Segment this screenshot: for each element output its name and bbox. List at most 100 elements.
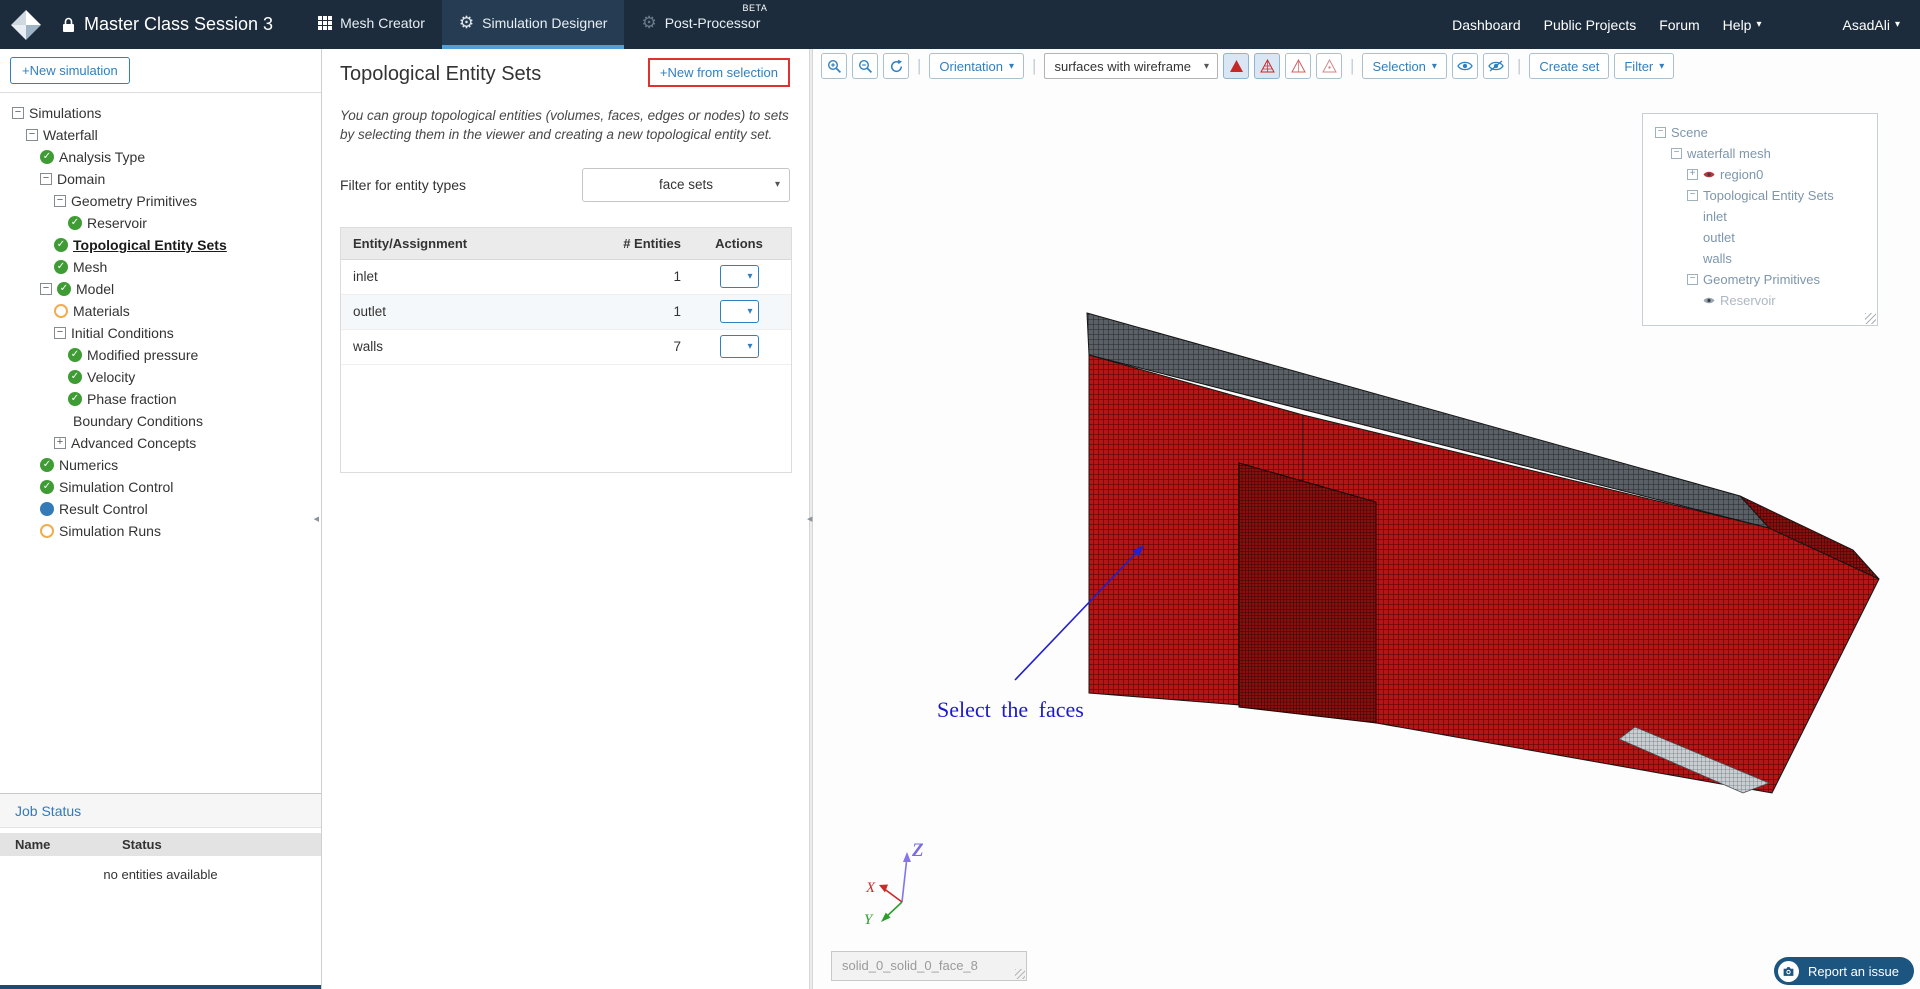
eye-icon[interactable] bbox=[1703, 296, 1715, 305]
selection-button[interactable]: Selection ▾ bbox=[1362, 53, 1447, 79]
tree-item-phase-fraction[interactable]: ✓ Phase fraction bbox=[0, 388, 321, 410]
render-mode-select[interactable]: surfaces with wireframe ▾ bbox=[1044, 53, 1219, 79]
tree-item-waterfall[interactable]: − Waterfall bbox=[0, 124, 321, 146]
entity-actions-dropdown[interactable]: ▾ bbox=[719, 300, 759, 324]
nav-public-projects[interactable]: Public Projects bbox=[1544, 17, 1637, 33]
tab-post-processor[interactable]: BETA ⚙ Post-Processor bbox=[624, 0, 777, 49]
tree-item-simulations[interactable]: − Simulations bbox=[0, 102, 321, 124]
collapse-icon[interactable]: − bbox=[54, 195, 66, 207]
show-selected-button[interactable] bbox=[1451, 53, 1478, 79]
show-nodes-button[interactable] bbox=[1316, 53, 1343, 79]
nav-dashboard[interactable]: Dashboard bbox=[1452, 17, 1521, 33]
scene-node-scene[interactable]: − Scene bbox=[1647, 122, 1873, 143]
toolbar-separator: | bbox=[1516, 56, 1522, 75]
sidebar-collapse-handle[interactable]: ◀ bbox=[314, 515, 319, 523]
nav-forum[interactable]: Forum bbox=[1659, 17, 1699, 33]
zoom-in-button[interactable] bbox=[821, 53, 847, 79]
collapse-icon[interactable]: − bbox=[40, 283, 52, 295]
tree-item-analysis-type[interactable]: ✓ Analysis Type bbox=[0, 146, 321, 168]
collapse-icon[interactable]: − bbox=[1655, 127, 1666, 138]
viewport-3d-area[interactable]: Select the faces Z X Y | Orientation ▾ |… bbox=[813, 49, 1920, 989]
tree-item-velocity[interactable]: ✓ Velocity bbox=[0, 366, 321, 388]
new-from-selection-button[interactable]: +New from selection bbox=[647, 58, 790, 87]
tree-item-numerics[interactable]: ✓ Numerics bbox=[0, 454, 321, 476]
entity-actions-dropdown[interactable]: ▾ bbox=[719, 335, 759, 359]
tree-item-geometry-primitives[interactable]: − Geometry Primitives bbox=[0, 190, 321, 212]
tree-item-boundary-conditions[interactable]: Boundary Conditions bbox=[0, 410, 321, 432]
entity-set-row-walls[interactable]: walls 7 ▾ bbox=[341, 330, 791, 365]
job-status-col-name: Name bbox=[15, 837, 51, 852]
tab-simulation-designer[interactable]: ⚙ Simulation Designer bbox=[441, 0, 625, 49]
create-set-button[interactable]: Create set bbox=[1529, 53, 1610, 79]
zoom-out-button[interactable] bbox=[852, 53, 878, 79]
tree-item-materials[interactable]: Materials bbox=[0, 300, 321, 322]
collapse-icon[interactable]: − bbox=[12, 107, 24, 119]
collapse-icon[interactable]: − bbox=[1687, 190, 1698, 201]
tree-item-simulation-control[interactable]: ✓ Simulation Control bbox=[0, 476, 321, 498]
check-icon: ✓ bbox=[54, 260, 68, 274]
report-issue-button[interactable]: Report an issue bbox=[1773, 957, 1914, 985]
new-simulation-button[interactable]: +New simulation bbox=[10, 57, 130, 84]
entity-actions-dropdown[interactable]: ▾ bbox=[719, 265, 759, 289]
expand-icon[interactable]: + bbox=[1687, 169, 1698, 180]
entity-type-filter-select[interactable]: face sets ▾ bbox=[582, 167, 790, 202]
info-status-icon bbox=[40, 502, 54, 516]
tree-item-simulation-runs[interactable]: Simulation Runs bbox=[0, 520, 321, 542]
y-axis-label: Y bbox=[864, 912, 874, 928]
scene-node-inlet[interactable]: inlet bbox=[1647, 206, 1873, 227]
orientation-button[interactable]: Orientation ▾ bbox=[929, 53, 1025, 79]
camera-icon bbox=[1777, 960, 1799, 982]
tree-item-model[interactable]: − ✓ Model bbox=[0, 278, 321, 300]
tree-item-result-control[interactable]: Result Control bbox=[0, 498, 321, 520]
nav-help-menu[interactable]: Help ▾ bbox=[1723, 17, 1762, 33]
job-status-col-status: Status bbox=[122, 837, 162, 852]
expand-icon[interactable]: + bbox=[54, 437, 66, 449]
tree-item-topological-entity-sets[interactable]: ✓ Topological Entity Sets bbox=[0, 234, 321, 256]
collapse-icon[interactable]: − bbox=[54, 327, 66, 339]
collapse-icon[interactable]: − bbox=[1687, 274, 1698, 285]
collapse-icon[interactable]: − bbox=[40, 173, 52, 185]
scene-node-region0[interactable]: + region0 bbox=[1647, 164, 1873, 185]
reset-view-button[interactable] bbox=[883, 53, 909, 79]
filter-button[interactable]: Filter ▾ bbox=[1614, 53, 1675, 79]
page-title: Topological Entity Sets bbox=[340, 63, 542, 85]
show-volumes-button[interactable] bbox=[1223, 53, 1250, 79]
tree-item-label: Simulation Control bbox=[59, 479, 174, 495]
tree-item-domain[interactable]: − Domain bbox=[0, 168, 321, 190]
hide-selected-button[interactable] bbox=[1482, 53, 1509, 79]
collapse-icon[interactable]: − bbox=[1671, 148, 1682, 159]
mesh-notch-face[interactable] bbox=[1238, 462, 1377, 724]
tree-item-modified-pressure[interactable]: ✓ Modified pressure bbox=[0, 344, 321, 366]
tab-mesh-creator[interactable]: Mesh Creator bbox=[301, 0, 442, 49]
tree-item-initial-conditions[interactable]: − Initial Conditions bbox=[0, 322, 321, 344]
eye-icon[interactable] bbox=[1703, 170, 1715, 179]
entity-set-name: walls bbox=[353, 339, 384, 355]
scene-node-topological-entity-sets[interactable]: − Topological Entity Sets bbox=[1647, 185, 1873, 206]
nav-user-menu[interactable]: AsadAli ▾ bbox=[1843, 17, 1901, 33]
entity-set-row-inlet[interactable]: inlet 1 ▾ bbox=[341, 260, 791, 295]
project-title[interactable]: Master Class Session 3 bbox=[84, 14, 273, 35]
collapse-icon[interactable]: − bbox=[26, 129, 38, 141]
job-status-title[interactable]: Job Status bbox=[0, 793, 321, 828]
tree-item-label: Model bbox=[76, 281, 115, 297]
scene-node-label: waterfall mesh bbox=[1687, 146, 1771, 161]
scene-tree-panel[interactable]: − Scene − waterfall mesh + region0− Topologica… bbox=[1642, 113, 1878, 326]
show-edges-button[interactable] bbox=[1285, 53, 1312, 79]
selection-label: Selection bbox=[1372, 58, 1426, 74]
tree-item-label: Waterfall bbox=[43, 127, 98, 143]
app-logo[interactable] bbox=[0, 0, 52, 49]
lock-icon bbox=[62, 17, 75, 33]
tree-item-reservoir[interactable]: ✓ Reservoir bbox=[0, 212, 321, 234]
scene-node-outlet[interactable]: outlet bbox=[1647, 227, 1873, 248]
entity-actions-cell: ▾ bbox=[687, 335, 791, 359]
scene-node-waterfall-mesh[interactable]: − waterfall mesh bbox=[1647, 143, 1873, 164]
entity-set-row-outlet[interactable]: outlet 1 ▾ bbox=[341, 294, 791, 330]
panel-collapse-handle[interactable]: ◀ bbox=[807, 515, 812, 523]
show-faces-button[interactable] bbox=[1254, 53, 1281, 79]
scene-node-walls[interactable]: walls bbox=[1647, 248, 1873, 269]
tree-item-mesh[interactable]: ✓ Mesh bbox=[0, 256, 321, 278]
check-icon: ✓ bbox=[68, 348, 82, 362]
scene-node-reservoir[interactable]: Reservoir bbox=[1647, 290, 1873, 311]
tree-item-advanced-concepts[interactable]: + Advanced Concepts bbox=[0, 432, 321, 454]
scene-node-geometry-primitives[interactable]: − Geometry Primitives bbox=[1647, 269, 1873, 290]
